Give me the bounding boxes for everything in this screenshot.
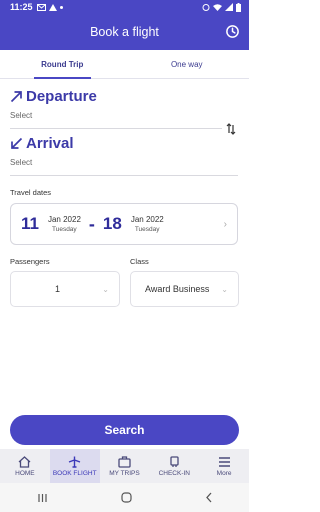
travel-dates-picker[interactable]: 11 Jan 2022 Tuesday - 18 Jan 2022 Tuesda… xyxy=(10,203,238,245)
battery-icon xyxy=(236,2,241,12)
nav-book-flight-label: BOOK FLIGHT xyxy=(52,469,97,477)
history-icon[interactable] xyxy=(225,24,240,39)
nav-more-label: More xyxy=(216,469,232,477)
signal-icon xyxy=(225,3,233,11)
app-header: Book a flight xyxy=(0,14,249,50)
menu-icon xyxy=(218,456,230,467)
nav-more[interactable]: More xyxy=(199,449,249,483)
class-value: Award Business xyxy=(145,284,210,294)
mail-icon xyxy=(36,3,46,11)
start-weekday: Tuesday xyxy=(51,226,77,233)
end-day: 18 xyxy=(102,214,122,233)
status-system-icons xyxy=(202,2,241,12)
nav-check-in[interactable]: CHECK-IN xyxy=(149,449,199,483)
bottom-nav: HOME BOOK FLIGHT MY TRIPS CHECK-IN More xyxy=(0,449,249,483)
end-month: Jan 2022 xyxy=(130,215,164,224)
departure-select[interactable]: Select xyxy=(10,111,238,120)
passengers-value: 1 xyxy=(55,284,61,294)
arrival-divider xyxy=(10,175,238,176)
departure-arrow-icon xyxy=(10,91,22,103)
plane-icon xyxy=(68,456,81,468)
nav-my-trips-label: MY TRIPS xyxy=(109,469,140,477)
home-icon xyxy=(18,455,31,468)
start-date-detail: Jan 2022 Tuesday xyxy=(48,215,81,233)
departure-divider xyxy=(10,128,222,129)
date-range-dash: - xyxy=(88,213,95,234)
status-bar: 11:25 xyxy=(0,0,249,14)
nav-book-flight[interactable]: BOOK FLIGHT xyxy=(49,449,100,483)
warning-icon xyxy=(48,3,57,11)
passengers-select[interactable]: 1 ⌄ xyxy=(10,271,120,307)
arrival-label: Arrival xyxy=(26,135,74,152)
checkin-icon xyxy=(170,455,179,467)
arrival-select[interactable]: Select xyxy=(10,158,238,167)
chevron-right-icon: › xyxy=(223,218,227,230)
travel-dates-label: Travel dates xyxy=(10,188,51,197)
nav-home-label: HOME xyxy=(15,469,35,477)
search-button[interactable]: Search xyxy=(10,415,239,445)
back-icon[interactable] xyxy=(205,492,213,503)
nav-check-in-label: CHECK-IN xyxy=(158,469,190,477)
dot-icon xyxy=(59,5,63,9)
departure-field[interactable]: Departure Select xyxy=(10,88,238,120)
home-circle-icon[interactable] xyxy=(120,492,132,503)
tab-one-way[interactable]: One way xyxy=(125,50,250,78)
class-label: Class xyxy=(130,257,149,266)
system-nav-bar xyxy=(0,483,249,512)
arrival-arrow-icon xyxy=(11,137,23,149)
end-date-detail: Jan 2022 Tuesday xyxy=(131,215,164,233)
class-select[interactable]: Award Business ⌄ xyxy=(130,271,239,307)
departure-label: Departure xyxy=(26,88,97,105)
start-month: Jan 2022 xyxy=(47,215,81,224)
status-time: 11:25 xyxy=(10,2,33,12)
tab-round-trip[interactable]: Round Trip xyxy=(0,50,125,79)
start-day: 11 xyxy=(21,214,39,233)
status-notification-icons xyxy=(36,3,63,11)
arrival-field[interactable]: Arrival Select xyxy=(10,135,238,167)
recent-apps-icon[interactable] xyxy=(37,493,48,503)
end-weekday: Tuesday xyxy=(134,226,160,233)
trips-icon xyxy=(118,455,131,468)
chevron-down-icon: ⌄ xyxy=(221,284,228,294)
passengers-label: Passengers xyxy=(10,257,50,266)
swap-icon[interactable] xyxy=(226,123,236,135)
chevron-down-icon: ⌄ xyxy=(102,284,109,294)
page-title: Book a flight xyxy=(90,25,159,39)
trip-type-tabs: Round Trip One way xyxy=(0,50,249,79)
nav-my-trips[interactable]: MY TRIPS xyxy=(100,449,150,483)
wifi-icon xyxy=(213,3,222,11)
nav-home[interactable]: HOME xyxy=(0,449,50,483)
alarm-icon xyxy=(202,4,210,11)
